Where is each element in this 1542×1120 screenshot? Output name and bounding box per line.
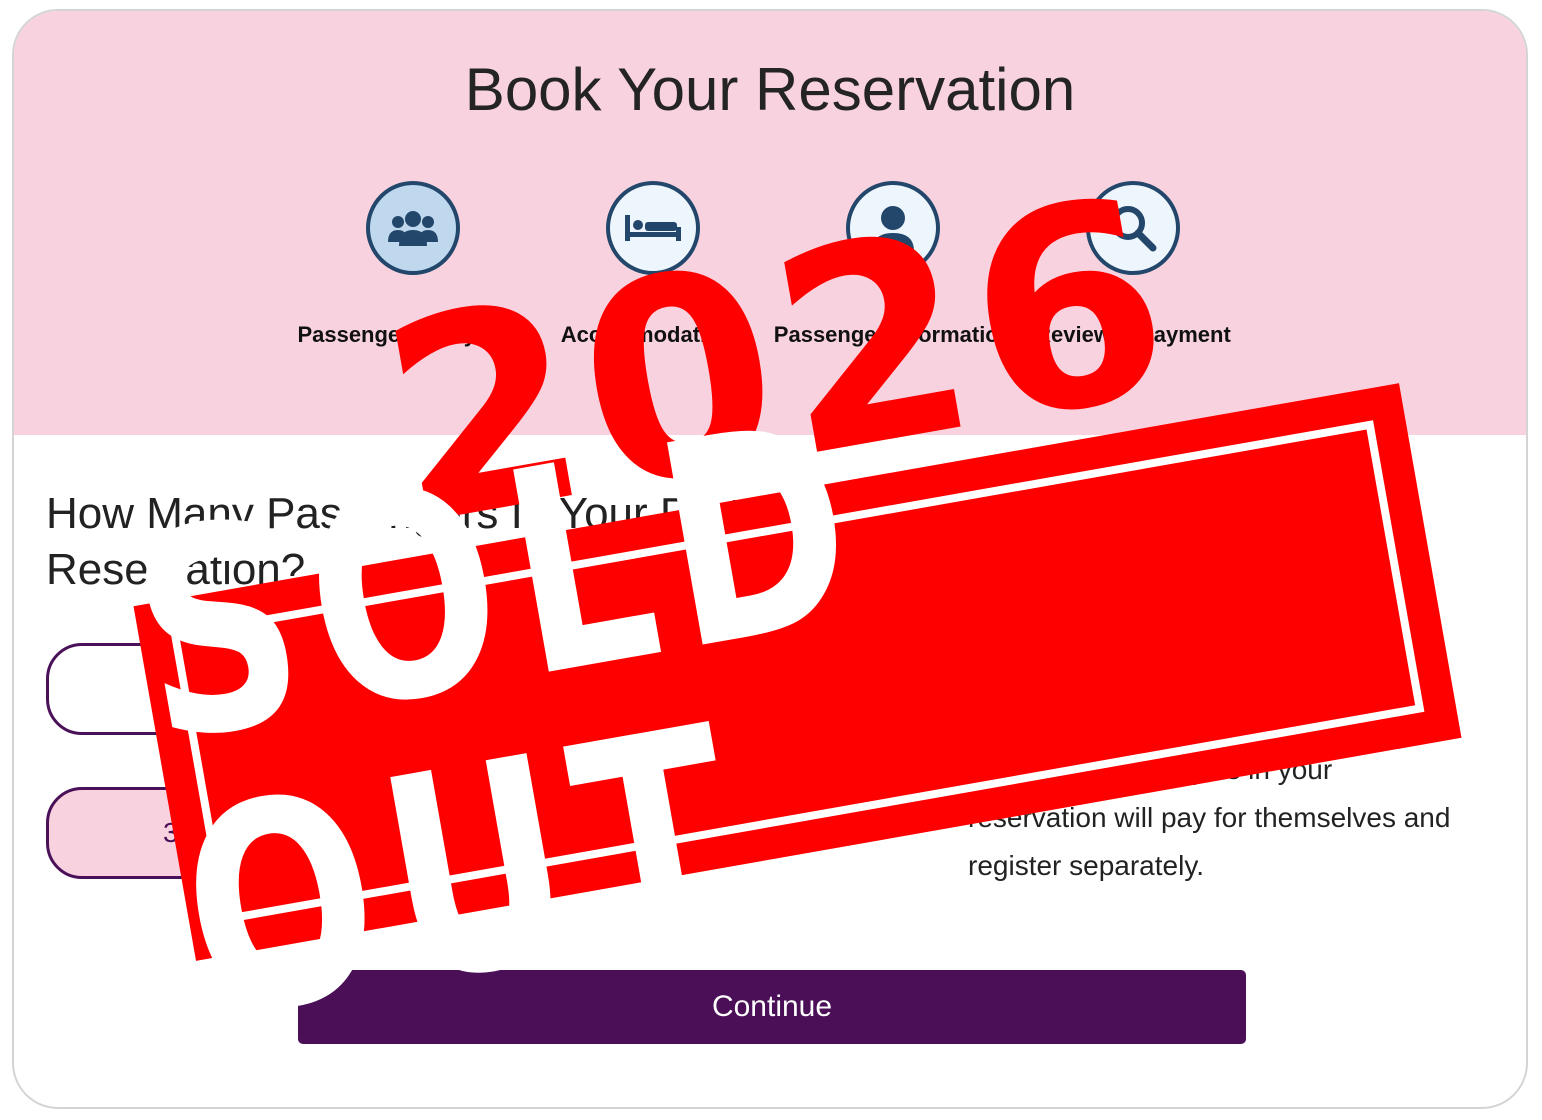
sold-out-stamp: SOLD OUT	[112, 356, 1462, 1084]
page-title: Book Your Reservation	[464, 56, 1076, 123]
